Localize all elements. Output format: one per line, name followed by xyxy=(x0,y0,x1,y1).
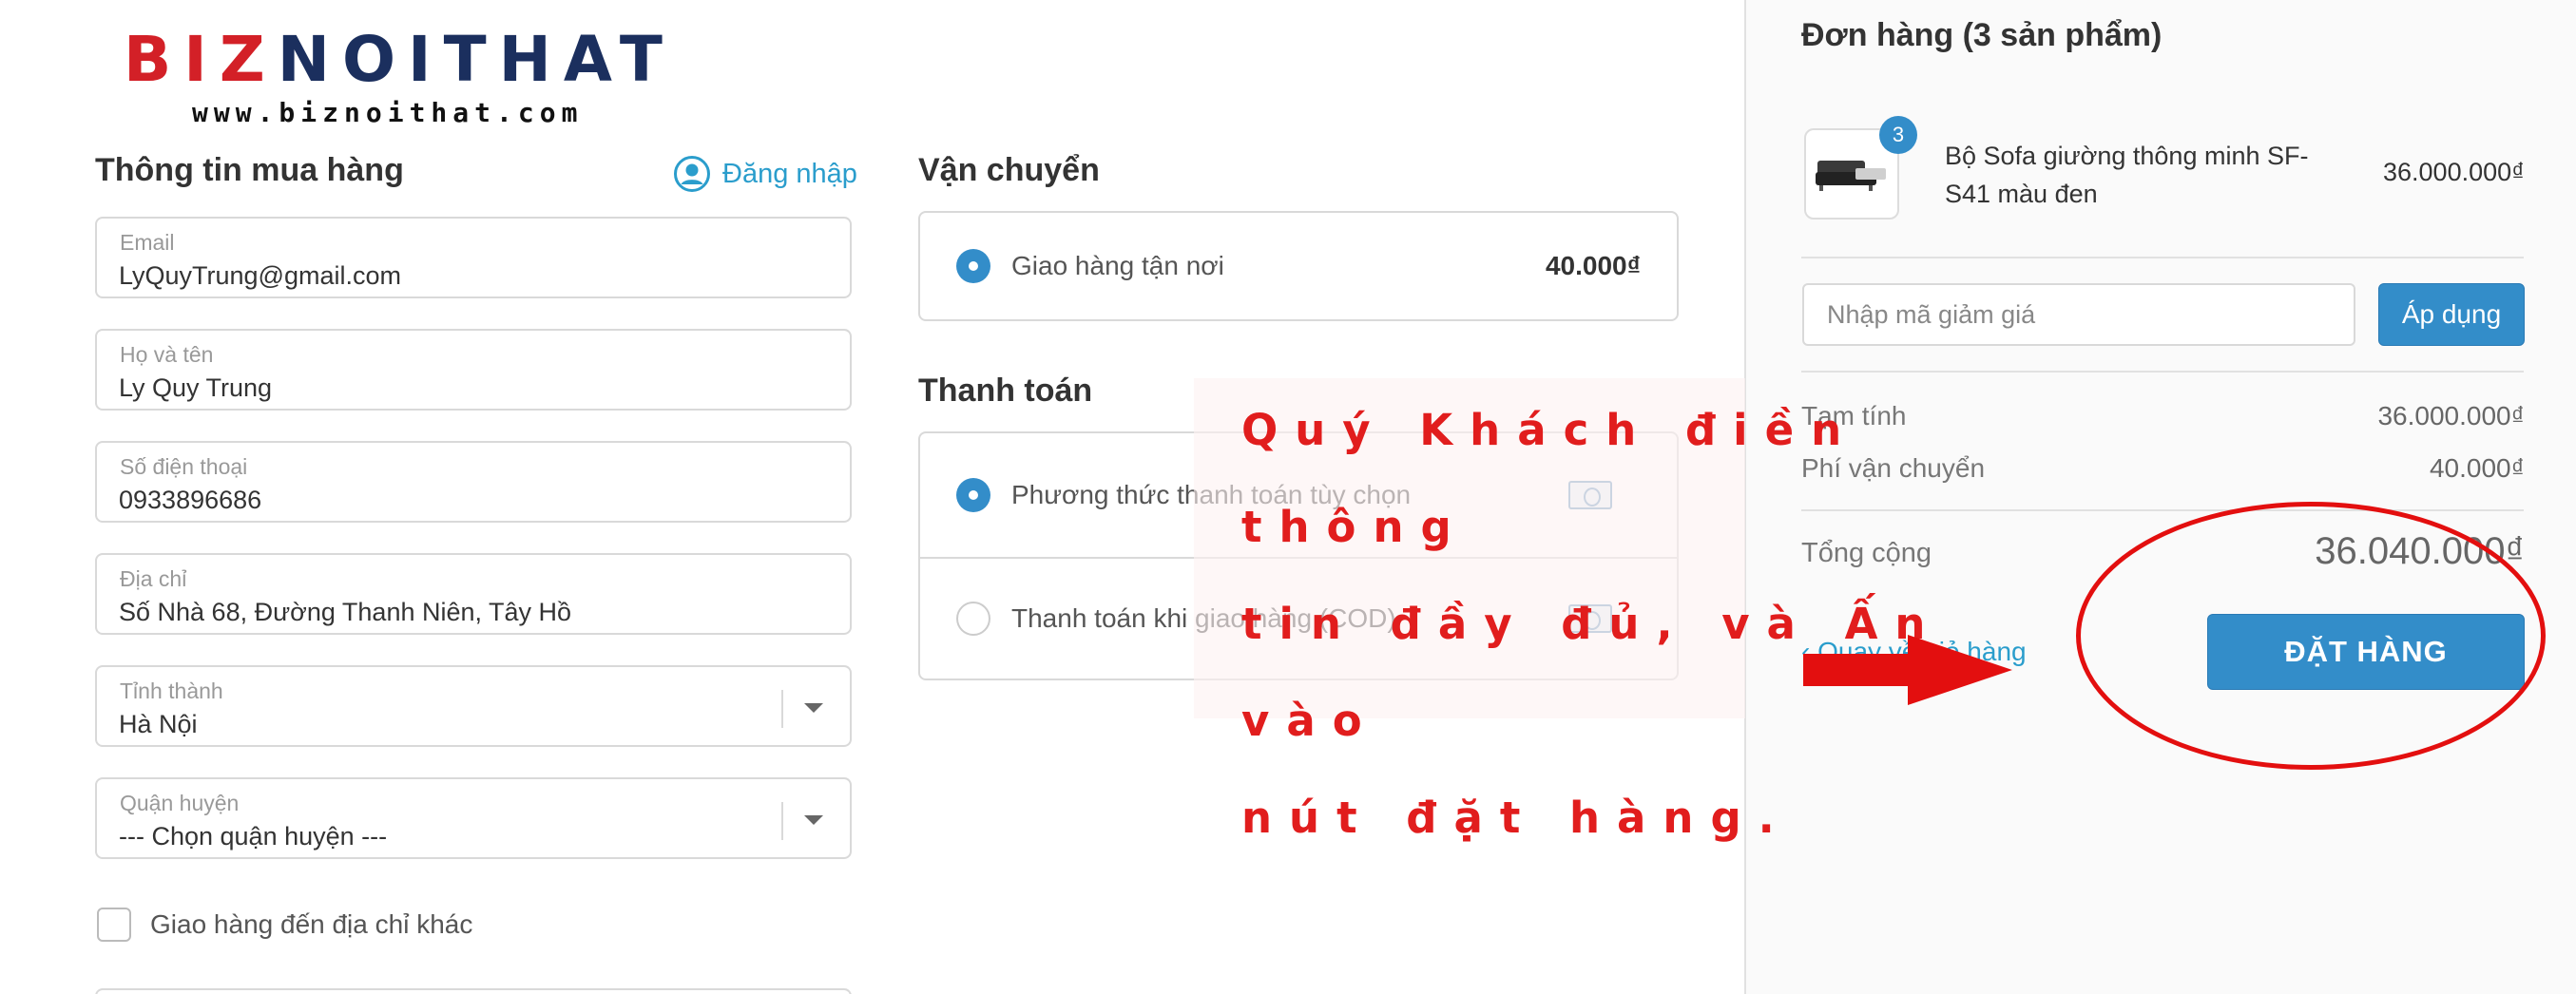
chevron-down-icon xyxy=(804,815,823,825)
shipping-fee-value: 40.000₫ xyxy=(2429,453,2525,483)
product-price: 36.000.000₫ xyxy=(2383,158,2525,186)
divider xyxy=(1801,371,2524,373)
phone-field[interactable]: Số điện thoại 0933896686 xyxy=(95,441,852,523)
sofa-bed-icon xyxy=(1816,161,1886,191)
email-label: Email xyxy=(120,230,175,255)
chevron-down-icon xyxy=(804,703,823,713)
email-value: LyQuyTrung@gmail.com xyxy=(119,261,401,290)
full-name-value: Ly Quy Trung xyxy=(119,373,273,402)
payment-title: Thanh toán xyxy=(918,373,1093,409)
phone-label: Số điện thoại xyxy=(120,454,248,479)
radio-selected[interactable] xyxy=(956,478,990,512)
address-value: Số Nhà 68, Đường Thanh Niên, Tây Hồ xyxy=(119,598,572,626)
district-label: Quận huyện xyxy=(120,791,240,815)
instruction-text: Quý Khách điền thông tin đầy đủ, và Ấn v… xyxy=(1241,382,2078,867)
shipping-option-home[interactable]: Giao hàng tận nơi 40.000₫ xyxy=(920,213,1677,319)
discount-code-input[interactable] xyxy=(1804,285,2354,344)
login-link[interactable]: Đăng nhập xyxy=(673,155,857,193)
full-name-label: Họ và tên xyxy=(120,342,214,367)
district-value: --- Chọn quận huyện --- xyxy=(119,822,388,851)
district-select[interactable]: Quận huyện --- Chọn quận huyện --- xyxy=(95,777,852,859)
quantity-badge: 3 xyxy=(1879,116,1917,154)
customer-info-title: Thông tin mua hàng xyxy=(95,152,404,188)
highlight-circle xyxy=(2076,502,2546,770)
instruction-line: Quý Khách điền thông xyxy=(1241,405,1859,552)
order-title: Đơn hàng (3 sản phẩm) xyxy=(1801,17,2163,53)
radio-unselected[interactable] xyxy=(956,602,990,636)
discount-code-field[interactable] xyxy=(1802,283,2355,346)
shipping-option-label: Giao hàng tận nơi xyxy=(1011,251,1224,280)
apply-discount-button[interactable]: Áp dụng xyxy=(2378,283,2525,346)
alt-address-option[interactable]: Giao hàng đến địa chỉ khác xyxy=(97,908,472,942)
alt-address-checkbox[interactable] xyxy=(97,908,131,942)
shipping-option-price: 40.000₫ xyxy=(1545,251,1641,280)
radio-selected[interactable] xyxy=(956,249,990,283)
product-name: Bộ Sofa giường thông minh SF-S41 màu đen xyxy=(1945,142,2309,208)
logo-url: www.biznoithat.com xyxy=(192,97,584,128)
alt-address-label: Giao hàng đến địa chỉ khác xyxy=(150,909,473,939)
logo-wordmark: BIZNOITHAT xyxy=(124,23,675,96)
province-value: Hà Nội xyxy=(119,710,198,738)
arrow-right-icon xyxy=(1803,635,2012,705)
full-name-field[interactable]: Họ và tên Ly Quy Trung xyxy=(95,329,852,411)
shipping-title: Vận chuyển xyxy=(918,152,1100,188)
divider xyxy=(1801,257,2524,258)
select-separator xyxy=(781,690,783,728)
note-field[interactable] xyxy=(95,988,852,994)
address-field[interactable]: Địa chỉ Số Nhà 68, Đường Thanh Niên, Tây… xyxy=(95,553,852,635)
email-field[interactable]: Email LyQuyTrung@gmail.com xyxy=(95,217,852,298)
subtotal-value: 36.000.000₫ xyxy=(2377,401,2525,430)
phone-value: 0933896686 xyxy=(119,486,262,514)
shipping-options: Giao hàng tận nơi 40.000₫ xyxy=(918,211,1679,321)
province-select[interactable]: Tỉnh thành Hà Nội xyxy=(95,665,852,747)
login-label: Đăng nhập xyxy=(722,158,857,189)
select-separator xyxy=(781,802,783,840)
instruction-line: nút đặt hàng. xyxy=(1241,793,1792,843)
address-label: Địa chỉ xyxy=(120,566,187,591)
user-icon xyxy=(674,156,710,192)
site-logo[interactable]: BIZNOITHAT www.biznoithat.com xyxy=(124,23,675,129)
province-label: Tỉnh thành xyxy=(120,679,223,703)
